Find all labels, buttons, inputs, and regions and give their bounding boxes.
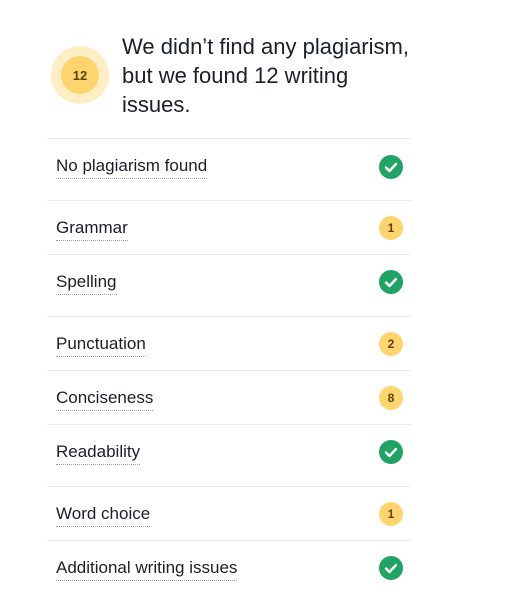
check-label[interactable]: Additional writing issues <box>56 558 238 581</box>
check-row-spelling[interactable]: Spelling <box>47 254 411 317</box>
report-summary: 12 We didn’t find any plagiarism, but we… <box>47 30 411 120</box>
check-label[interactable]: Readability <box>56 442 141 465</box>
check-row-punctuation[interactable]: Punctuation 2 <box>47 316 411 371</box>
check-row-additional[interactable]: Additional writing issues <box>47 540 411 601</box>
check-row-readability[interactable]: Readability <box>47 424 411 487</box>
issue-count-badge: 12 <box>51 46 109 104</box>
check-row-grammar[interactable]: Grammar 1 <box>47 200 411 255</box>
plagiarism-report-panel: 12 We didn’t find any plagiarism, but we… <box>47 0 411 600</box>
summary-headline: We didn’t find any plagiarism, but we fo… <box>122 34 409 117</box>
check-label[interactable]: Conciseness <box>56 388 154 411</box>
check-label[interactable]: Punctuation <box>56 334 146 357</box>
check-circle-icon <box>379 440 403 464</box>
check-row-plagiarism[interactable]: No plagiarism found <box>47 138 411 201</box>
check-label[interactable]: Word choice <box>56 504 151 527</box>
check-circle-icon <box>379 270 403 294</box>
issue-count-badge: 1 <box>379 216 403 240</box>
issue-count-badge: 1 <box>379 502 403 526</box>
check-label[interactable]: Grammar <box>56 218 128 241</box>
issue-count-badge: 8 <box>379 386 403 410</box>
check-circle-icon <box>379 155 403 179</box>
check-label[interactable]: Spelling <box>56 272 117 295</box>
check-row-word-choice[interactable]: Word choice 1 <box>47 486 411 541</box>
check-label[interactable]: No plagiarism found <box>56 156 208 179</box>
issue-count-value: 12 <box>61 56 99 94</box>
check-circle-icon <box>379 556 403 580</box>
issue-count-badge: 2 <box>379 332 403 356</box>
check-row-conciseness[interactable]: Conciseness 8 <box>47 370 411 425</box>
